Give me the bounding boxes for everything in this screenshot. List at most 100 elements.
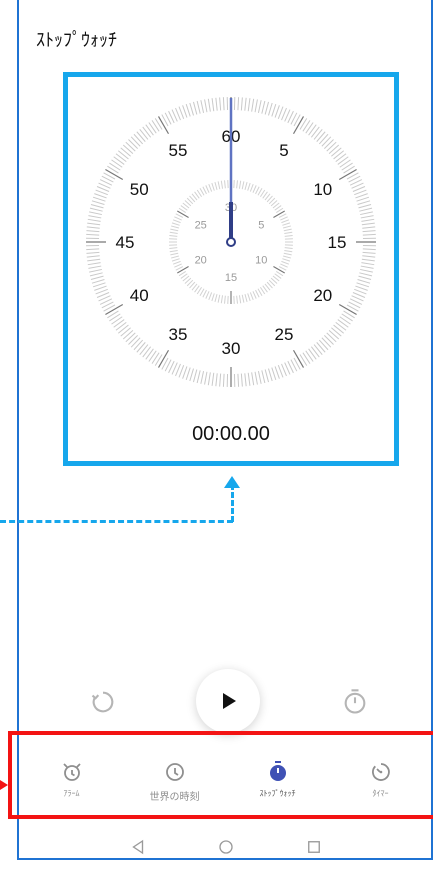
dial-tick bbox=[148, 350, 157, 362]
dial-tick bbox=[318, 133, 329, 145]
dial-tick bbox=[328, 329, 340, 340]
dial-tick bbox=[215, 373, 218, 387]
dial-tick bbox=[255, 186, 260, 195]
dial-tick bbox=[196, 100, 201, 114]
dial-tick bbox=[87, 222, 101, 226]
dial-tick bbox=[169, 249, 178, 253]
inner-dial-label: 25 bbox=[195, 220, 207, 232]
dial-tick bbox=[175, 213, 184, 218]
recent-apps-button[interactable] bbox=[302, 835, 326, 859]
dial-tick bbox=[358, 203, 372, 209]
dial-tick bbox=[133, 133, 144, 145]
dial-tick bbox=[274, 105, 280, 118]
dial-tick bbox=[174, 263, 182, 268]
dial-tick bbox=[139, 128, 149, 140]
tab-world-clock[interactable]: 世界の時刻 bbox=[123, 760, 226, 810]
dial-tick bbox=[238, 180, 242, 189]
dial-tick bbox=[280, 216, 288, 221]
dial-tick bbox=[273, 210, 285, 218]
dial-tick bbox=[283, 255, 292, 259]
dial-tick bbox=[202, 186, 207, 195]
tab-alarm[interactable]: ｱﾗｰﾑ bbox=[20, 760, 123, 810]
dial-tick bbox=[255, 289, 260, 298]
lap-button[interactable] bbox=[337, 684, 373, 720]
dial-tick bbox=[254, 99, 258, 113]
dial-tick bbox=[357, 200, 371, 205]
dial-tick bbox=[122, 144, 134, 155]
dial-tick bbox=[237, 373, 240, 387]
dial-tick bbox=[207, 98, 211, 112]
dial-tick bbox=[220, 180, 224, 189]
dial-tick bbox=[211, 372, 215, 386]
play-button[interactable] bbox=[196, 669, 260, 733]
home-button[interactable] bbox=[214, 835, 238, 859]
dial-tick bbox=[362, 226, 376, 229]
outer-dial-label: 10 bbox=[313, 180, 332, 199]
dial-tick bbox=[238, 295, 242, 304]
dial-tick bbox=[251, 372, 255, 386]
dial-tick bbox=[361, 218, 375, 222]
dial-tick bbox=[87, 258, 101, 262]
alarm-clock-icon bbox=[62, 763, 81, 781]
dial-tick bbox=[115, 321, 127, 331]
dial-tick bbox=[278, 213, 287, 218]
dial-tick bbox=[326, 332, 337, 343]
outer-dial-label: 35 bbox=[169, 325, 188, 344]
dial-tick bbox=[359, 272, 373, 277]
dial-tick bbox=[86, 248, 100, 251]
inner-dial-label: 15 bbox=[225, 272, 237, 284]
home-circle-icon bbox=[219, 840, 233, 854]
inner-dial-label: 20 bbox=[195, 255, 207, 267]
reset-button[interactable] bbox=[85, 684, 121, 720]
dial-tick bbox=[237, 97, 240, 111]
dial-tick bbox=[331, 327, 342, 337]
back-button[interactable] bbox=[126, 835, 150, 859]
refresh-icon bbox=[91, 691, 114, 713]
dial-tick bbox=[283, 252, 292, 256]
dial-tick bbox=[257, 371, 262, 384]
outer-dial-label: 40 bbox=[130, 286, 149, 305]
dial-tick bbox=[145, 124, 154, 136]
tab-timer[interactable]: ﾀｲﾏｰ bbox=[329, 760, 432, 810]
stopwatch-dial: 6051015202530354045505530510152025 bbox=[86, 97, 376, 387]
dial-tick bbox=[264, 101, 270, 115]
dial-tick bbox=[360, 215, 374, 219]
dial-tick bbox=[247, 372, 251, 386]
dial-tick bbox=[281, 219, 290, 224]
dial-tick bbox=[282, 222, 291, 226]
dial-tick bbox=[240, 373, 243, 387]
dial-tick bbox=[204, 371, 208, 385]
dial-tick bbox=[86, 255, 100, 258]
dial-tick bbox=[202, 289, 207, 298]
dial-tick bbox=[308, 348, 317, 360]
tab-stopwatch[interactable]: ｽﾄｯﾌﾟｳｫｯﾁ bbox=[226, 760, 329, 810]
dial-tick bbox=[308, 124, 317, 136]
dial-tick bbox=[113, 319, 125, 328]
dial-tick bbox=[220, 295, 224, 304]
dial-tick bbox=[222, 373, 225, 387]
outer-dial-label: 25 bbox=[275, 325, 294, 344]
dial-tick bbox=[205, 291, 210, 299]
dial-tick bbox=[247, 182, 251, 191]
dial-tick bbox=[360, 268, 373, 273]
dial-tick bbox=[240, 97, 243, 111]
annotation-arrow-line bbox=[0, 520, 233, 523]
dial-tick bbox=[136, 131, 146, 142]
dial-tick bbox=[236, 295, 238, 304]
bottom-nav-arrow bbox=[0, 780, 8, 790]
dial-tick bbox=[192, 101, 198, 115]
dial-tick bbox=[128, 139, 139, 150]
dial-tick bbox=[92, 282, 106, 288]
dial-tick bbox=[284, 247, 293, 249]
dial-tick bbox=[222, 97, 225, 111]
dial-tick bbox=[333, 324, 345, 334]
dial-tick bbox=[219, 97, 222, 111]
play-icon bbox=[223, 693, 236, 709]
dial-tick bbox=[356, 282, 370, 288]
dial-tick bbox=[111, 159, 123, 168]
dial-tick bbox=[189, 102, 194, 116]
dial-tick bbox=[247, 98, 251, 112]
dial-tick bbox=[90, 203, 104, 209]
dial-tick bbox=[117, 324, 129, 334]
dial-tick bbox=[196, 370, 201, 384]
